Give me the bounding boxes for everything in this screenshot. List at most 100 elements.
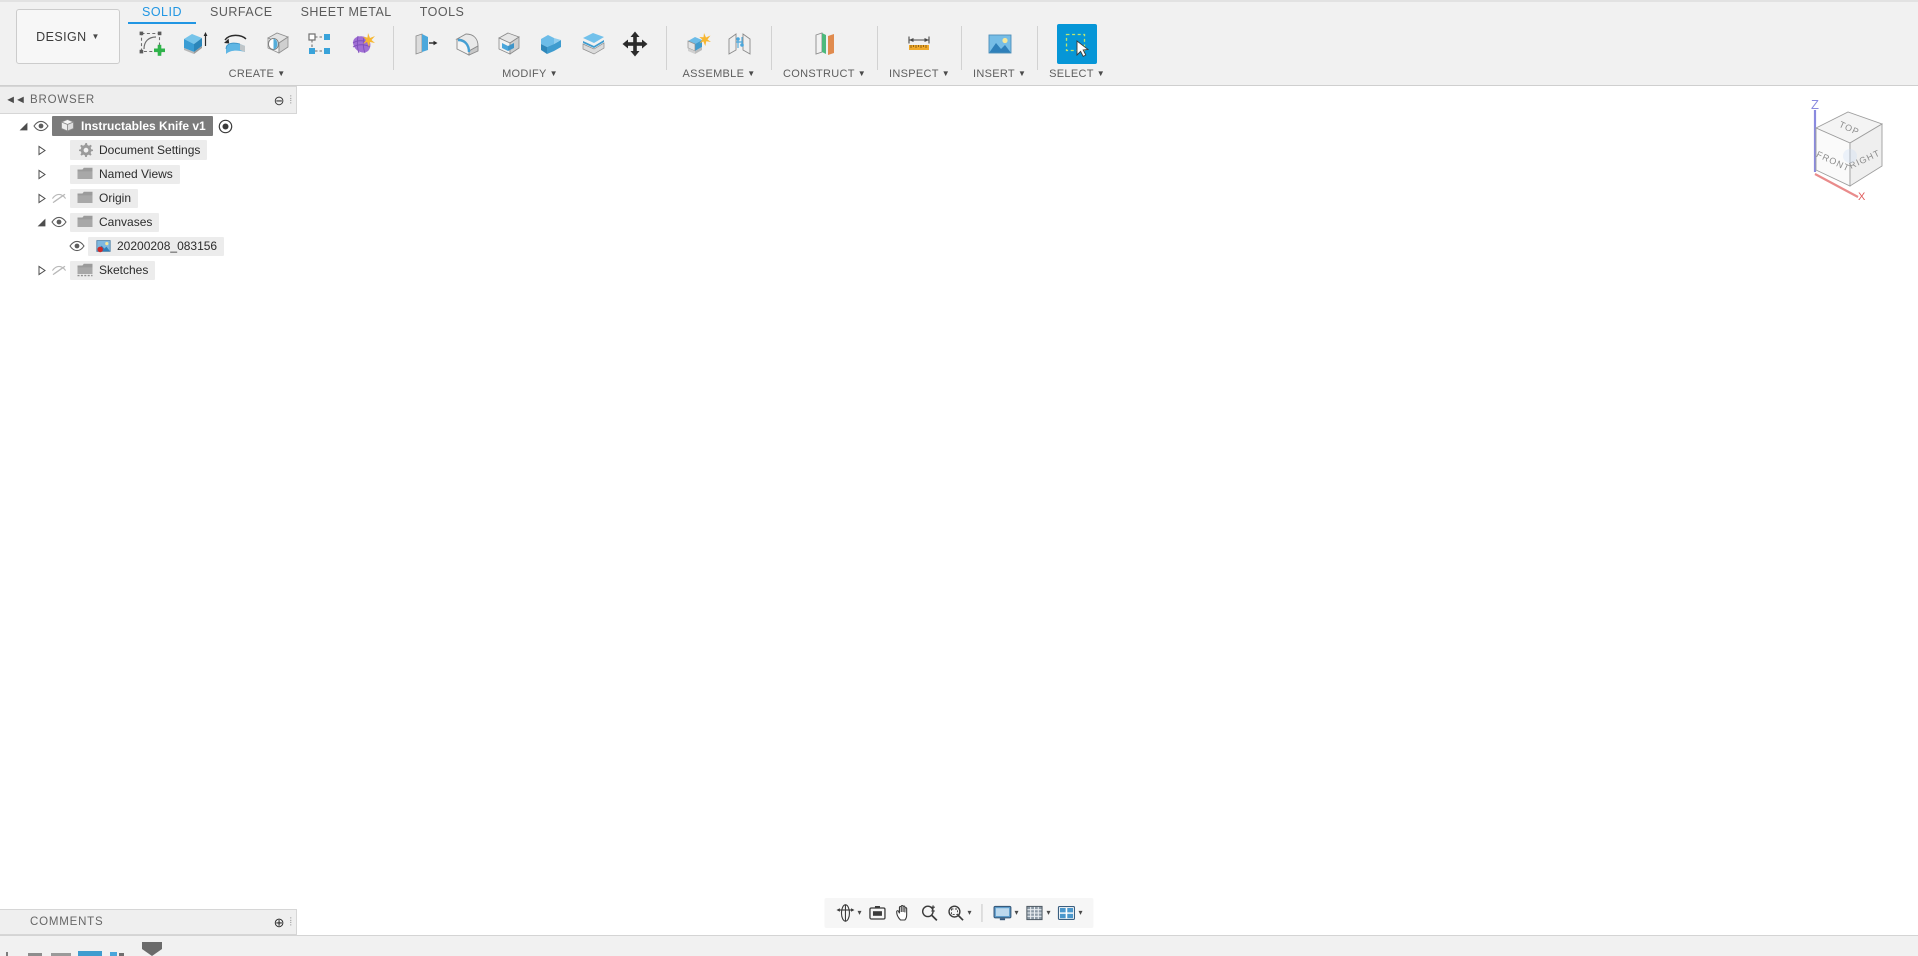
- look-at-icon[interactable]: [864, 900, 890, 926]
- browser-node-document-settings[interactable]: Document Settings: [0, 138, 297, 162]
- browser-node-instructables-knife-v1[interactable]: Instructables Knife v1: [0, 114, 297, 138]
- form-icon[interactable]: [342, 24, 382, 64]
- fillet-icon[interactable]: [447, 24, 487, 64]
- knife-blade: [971, 577, 1163, 711]
- eye-visible-icon[interactable]: [48, 216, 70, 228]
- ruler-wood-label: LOBLOLLY PINE: [1027, 801, 1063, 825]
- press-pull-icon[interactable]: [405, 24, 445, 64]
- tab-sheet-metal[interactable]: SHEET METAL: [287, 2, 406, 24]
- browser-node-body[interactable]: Instructables Knife v1: [52, 116, 213, 136]
- new-component-icon[interactable]: [678, 24, 718, 64]
- view-cube-home-dot[interactable]: [1843, 149, 1857, 163]
- sweep-icon[interactable]: [258, 24, 298, 64]
- grid-snaps-icon[interactable]: ▾: [1022, 900, 1054, 926]
- collapse-left-icon[interactable]: ◄◄: [0, 94, 30, 106]
- fit-icon[interactable]: ▾: [942, 900, 974, 926]
- knife-handle: [710, 447, 988, 606]
- create-sketch-icon[interactable]: [132, 24, 172, 64]
- zoom-icon[interactable]: [916, 900, 942, 926]
- offset-plane-icon[interactable]: [804, 24, 844, 64]
- insert-canvas-icon[interactable]: [980, 24, 1020, 64]
- browser-node-body[interactable]: 20200208_083156: [88, 236, 225, 256]
- browser-node-body[interactable]: Origin: [70, 188, 139, 208]
- plus-circle-icon[interactable]: ⊕: [274, 916, 290, 929]
- browser-node-label: Canvases: [99, 214, 153, 229]
- display-settings-icon[interactable]: ▾: [989, 900, 1021, 926]
- ribbon-group-select-label[interactable]: SELECT ▼: [1049, 66, 1105, 82]
- shell-icon[interactable]: [489, 24, 529, 64]
- ribbon-group-inspect-label[interactable]: INSPECT ▼: [889, 66, 950, 82]
- minus-circle-icon[interactable]: ⊖: [274, 94, 290, 107]
- tab-tools[interactable]: TOOLS: [406, 2, 479, 24]
- browser-node-body[interactable]: Canvases: [70, 212, 160, 232]
- timeline-bar[interactable]: [0, 935, 1918, 956]
- ribbon-group-assemble-label[interactable]: ASSEMBLE ▼: [683, 66, 756, 82]
- move-copy-icon[interactable]: [615, 24, 655, 64]
- measure-icon[interactable]: [899, 24, 939, 64]
- activate-component-radio[interactable]: [218, 119, 233, 134]
- ribbon-group-select: SELECT ▼: [1045, 22, 1109, 84]
- expand-arrow-icon[interactable]: [34, 143, 48, 157]
- timeline-group-icon[interactable]: [50, 936, 72, 956]
- axis-x-label: X: [1858, 191, 1866, 201]
- combine-icon[interactable]: [531, 24, 571, 64]
- browser-node-body[interactable]: Named Views: [70, 164, 180, 184]
- eye-hidden-icon[interactable]: [48, 192, 70, 204]
- browser-node-canvases[interactable]: Canvases: [0, 210, 297, 234]
- chevron-down-icon: ▾: [1078, 908, 1083, 917]
- tab-solid[interactable]: SOLID: [128, 2, 197, 24]
- split-face-icon[interactable]: [573, 24, 613, 64]
- collapse-arrow-icon[interactable]: [34, 215, 48, 229]
- playhead-icon[interactable]: [140, 936, 164, 956]
- select-icon[interactable]: [1057, 24, 1098, 64]
- knife-rivet: [936, 556, 954, 572]
- timeline-sketch-icon[interactable]: [110, 936, 134, 956]
- timeline-canvas-icon[interactable]: [78, 936, 104, 956]
- ribbon-divider: [1037, 26, 1039, 70]
- browser-node-named-views[interactable]: Named Views: [0, 162, 297, 186]
- expand-arrow-icon[interactable]: [34, 263, 48, 277]
- ribbon-tab-bar: SOLID SURFACE SHEET METAL TOOLS: [128, 2, 478, 24]
- ribbon-group-construct-label[interactable]: CONSTRUCT ▼: [783, 66, 866, 82]
- browser-node-label: Named Views: [99, 166, 173, 181]
- view-cube[interactable]: Z X TOP FRONT RIGHT: [1790, 96, 1900, 203]
- browser-node-20200208-083156[interactable]: 20200208_083156: [0, 234, 297, 258]
- orbit-icon[interactable]: ▾: [832, 900, 864, 926]
- select-label-text: SELECT: [1049, 68, 1094, 80]
- browser-node-label: Origin: [99, 190, 132, 205]
- joint-icon[interactable]: [720, 24, 760, 64]
- expand-arrow-icon[interactable]: [34, 167, 48, 181]
- ribbon-group-create-label[interactable]: CREATE ▼: [229, 66, 286, 82]
- revolve-icon[interactable]: [216, 24, 256, 64]
- pan-icon[interactable]: [890, 900, 916, 926]
- workspace-switcher-button[interactable]: DESIGN ▼: [16, 9, 120, 64]
- panel-resize-grip[interactable]: ⦙: [290, 916, 296, 929]
- browser-node-body[interactable]: Document Settings: [70, 140, 208, 160]
- timeline-feature-icon[interactable]: [26, 936, 44, 956]
- viewports-icon[interactable]: ▾: [1054, 900, 1086, 926]
- collapse-arrow-icon[interactable]: [16, 119, 30, 133]
- gear-icon: [75, 142, 95, 157]
- expand-arrow-icon[interactable]: [34, 191, 48, 205]
- chevron-down-icon: ▾: [857, 908, 862, 917]
- ribbon-group-insert-label[interactable]: INSERT ▼: [973, 66, 1026, 82]
- browser-node-sketches[interactable]: Sketches: [0, 258, 297, 282]
- browser-node-body[interactable]: Sketches: [70, 260, 156, 280]
- eye-visible-icon[interactable]: [30, 120, 52, 132]
- eye-visible-icon[interactable]: [66, 240, 88, 252]
- tab-surface[interactable]: SURFACE: [196, 2, 287, 24]
- selected-sketch-point[interactable]: [882, 543, 894, 555]
- grid-tick-label: 2.5: [180, 846, 195, 862]
- ruler-number: 5: [881, 689, 891, 701]
- pattern-icon[interactable]: [300, 24, 340, 64]
- ruler-number: 9: [1112, 824, 1122, 836]
- sketch-origin-point[interactable]: [733, 437, 747, 451]
- browser-node-origin[interactable]: Origin: [0, 186, 297, 210]
- extrude-icon[interactable]: [174, 24, 214, 64]
- blade-etching: [1010, 608, 1060, 645]
- timeline-marker-icon[interactable]: [6, 936, 20, 956]
- panel-resize-grip[interactable]: ⦙: [290, 94, 296, 107]
- eye-hidden-icon[interactable]: [48, 264, 70, 276]
- ribbon-group-modify-label[interactable]: MODIFY ▼: [502, 66, 558, 82]
